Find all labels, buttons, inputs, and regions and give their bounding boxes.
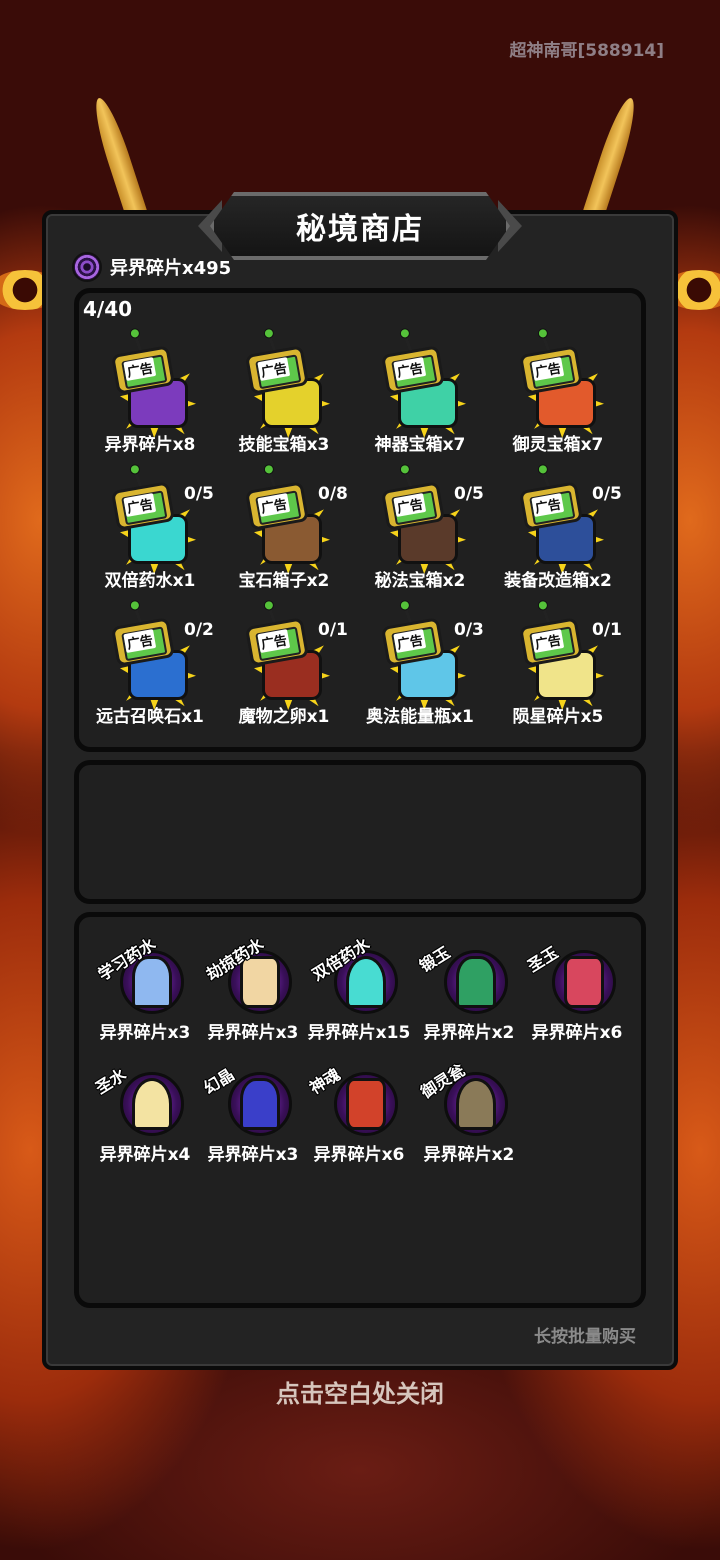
item-icon [564,956,604,1008]
dragon-horn-icon [88,94,150,226]
currency-display: 异界碎片x495 [72,252,231,282]
ad-item[interactable]: 广告 0/5 装备改造箱x2 [488,466,628,596]
item-name: 装备改造箱x2 [504,571,612,591]
ad-item[interactable]: 广告 0/5 秘法宝箱x2 [350,466,490,596]
ad-badge: 广告 [393,629,427,654]
shop-item[interactable]: 锻玉 异界碎片x2 [414,936,524,1046]
ad-badge: 广告 [393,357,427,382]
item-icon [240,1078,280,1130]
currency-amount: 异界碎片x495 [110,258,232,279]
ad-badge: 广告 [531,629,565,654]
ad-badge: 广告 [531,493,565,518]
player-name: 超神南哥[588914] [509,41,664,61]
purchase-limit: 0/5 [592,484,622,504]
shop-title: 秘境商店 [296,212,424,247]
ad-badge: 广告 [257,493,291,518]
purchase-limit: 0/2 [184,620,214,640]
shop-item[interactable]: 学习药水 异界碎片x3 [90,934,200,1046]
ad-item[interactable]: 广告御灵宝箱x7 [488,330,628,460]
ad-watch-counter: 4/40 [83,297,133,321]
purchase-limit: 0/3 [454,620,484,640]
shop-item[interactable]: 御灵瓮 异界碎片x2 [414,1058,524,1168]
ad-badge: 广告 [531,357,565,382]
item-name: 秘法宝箱x2 [374,571,466,591]
item-icon [132,1078,172,1130]
ad-item[interactable]: 广告 0/3 奥法能量瓶x1 [350,602,490,732]
ad-badge: 广告 [123,357,157,382]
purchase-limit: 0/8 [318,484,348,504]
ad-item[interactable]: 广告 0/1 魔物之卵x1 [214,602,354,732]
ad-badge: 广告 [257,357,291,382]
ad-badge: 广告 [123,629,157,654]
shop-item[interactable]: 圣水 异界碎片x4 [90,1058,200,1168]
shop-item[interactable]: 幻晶 异界碎片x3 [198,1058,308,1168]
item-icon [456,956,496,1008]
ad-item[interactable]: 广告神器宝箱x7 [350,330,490,460]
bulk-buy-hint: 长按批量购买 [534,1327,636,1347]
purchase-limit: 0/1 [318,620,348,640]
ad-item[interactable]: 广告 异界碎片x8 [80,330,220,460]
ad-badge: 广告 [393,493,427,518]
item-name: 神器宝箱x7 [374,435,466,455]
empty-box [74,760,646,904]
purchase-limit: 0/5 [454,484,484,504]
ad-item[interactable]: 广告 0/2 远古召唤石x1 [80,602,220,732]
ad-badge: 广告 [123,493,157,518]
item-name: 奥法能量瓶x1 [366,707,474,727]
title-plate: 秘境商店 [210,192,510,260]
ad-badge: 广告 [257,629,291,654]
item-price: 异界碎片x2 [423,1145,515,1165]
shop-item[interactable]: 劫掠药水 异界碎片x3 [198,934,308,1046]
shop-item[interactable]: 双倍药水 异界碎片x15 [304,934,414,1046]
shop-item[interactable]: 圣玉 异界碎片x6 [522,936,632,1046]
item-price: 异界碎片x6 [531,1023,623,1043]
close-hint[interactable]: 点击空白处关闭 [0,1374,720,1409]
item-name: 御灵宝箱x7 [512,435,604,455]
ad-item[interactable]: 广告 技能宝箱x3 [214,330,354,460]
shop-item[interactable]: 神魂 异界碎片x6 [304,1058,414,1168]
ad-item[interactable]: 广告 0/8 宝石箱子x2 [214,466,354,596]
item-name: 陨星碎片x5 [512,707,604,727]
ad-item[interactable]: 广告 0/1 陨星碎片x5 [488,602,628,732]
otherworld-shard-icon [72,252,102,282]
purchase-limit: 0/5 [184,484,214,504]
purchase-limit: 0/1 [592,620,622,640]
dragon-horn-icon [580,94,642,226]
item-icon [456,1078,496,1130]
ad-item[interactable]: 广告 0/5 双倍药水x1 [80,466,220,596]
item-icon [346,1078,386,1130]
